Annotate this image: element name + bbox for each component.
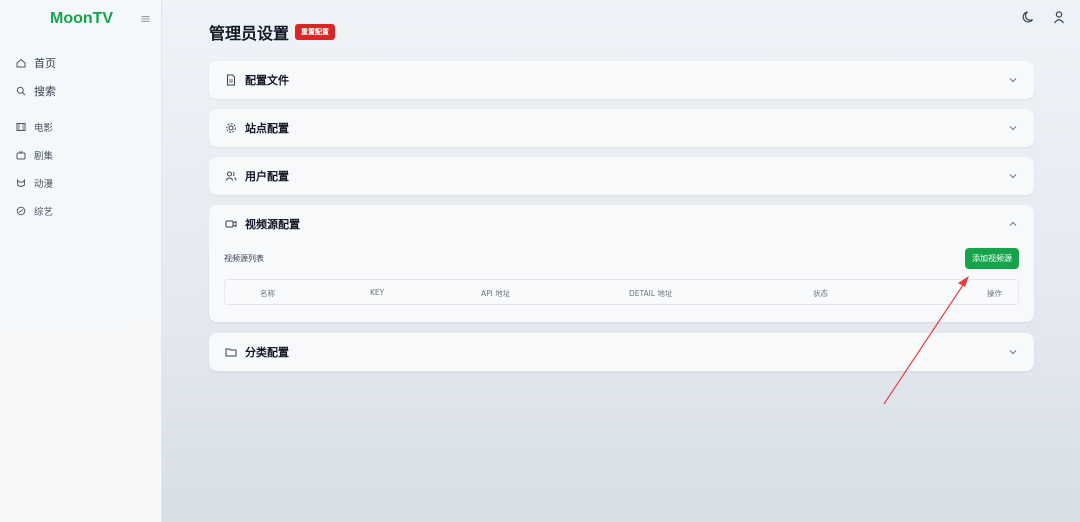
sidebar: MoonTV ≡ 首页 搜索 电影 剧集 动漫 综艺 (0, 0, 162, 522)
sidebar-item-series[interactable]: 剧集 (16, 145, 53, 165)
menu-toggle-icon[interactable]: ≡ (140, 12, 151, 27)
sidebar-item-anime[interactable]: 动漫 (16, 173, 53, 193)
sidebar-item-label: 综艺 (34, 207, 54, 218)
sidebar-item-variety[interactable]: 综艺 (16, 201, 53, 221)
panel-config-file: 配置文件 (209, 61, 1034, 99)
panel-title: 视频源配置 (245, 218, 300, 231)
add-video-source-button[interactable]: 添加视频源 (965, 247, 1019, 269)
video-source-list-header: 视频源列表 添加视频源 (209, 243, 1034, 273)
panel-title: 分类配置 (245, 346, 289, 359)
folder-icon (225, 348, 237, 357)
sidebar-item-label: 电影 (34, 123, 54, 134)
video-source-table-header: 名称 KEY API 地址 DETAIL 地址 状态 操作 (224, 279, 1019, 305)
video-source-list-title: 视频源列表 (224, 253, 264, 263)
moon-icon[interactable] (1022, 10, 1036, 24)
sidebar-item-label: 剧集 (34, 151, 54, 162)
video-icon (225, 220, 237, 228)
panel-header-category-config[interactable]: 分类配置 (209, 333, 1034, 371)
column-header-actions: 操作 (987, 289, 1002, 298)
reset-config-button[interactable]: 重置配置 (295, 24, 336, 40)
panel-title: 站点配置 (245, 122, 289, 135)
sparkle-icon (16, 206, 26, 216)
home-icon (16, 58, 26, 68)
panel-category-config: 分类配置 (209, 333, 1034, 371)
sidebar-item-search[interactable]: 搜索 (16, 81, 56, 101)
sidebar-item-movies[interactable]: 电影 (16, 117, 53, 137)
panel-site-config: 站点配置 (209, 109, 1034, 147)
column-header-api: API 地址 (481, 289, 511, 298)
panel-user-config: 用户配置 (209, 157, 1034, 195)
column-header-status: 状态 (813, 289, 828, 298)
column-header-name: 名称 (260, 289, 275, 298)
sidebar-item-label: 首页 (34, 57, 56, 70)
chevron-down-icon[interactable] (1008, 171, 1018, 181)
cat-icon (17, 178, 25, 187)
panel-header-config-file[interactable]: 配置文件 (209, 61, 1034, 99)
gear-icon (226, 123, 236, 133)
sidebar-item-label: 动漫 (34, 179, 54, 190)
chevron-down-icon[interactable] (1008, 347, 1018, 357)
column-header-key: KEY (370, 288, 385, 297)
sidebar-item-label: 搜索 (34, 85, 56, 98)
page-title-text: 管理员设置 (209, 24, 290, 43)
film-icon (16, 123, 26, 131)
tv-icon (16, 150, 26, 160)
sidebar-item-home[interactable]: 首页 (16, 53, 56, 73)
page-title: 管理员设置 重置配置 (209, 20, 336, 44)
panel-title: 用户配置 (245, 170, 289, 183)
file-icon (227, 74, 235, 86)
chevron-down-icon[interactable] (1008, 75, 1018, 85)
panel-title: 配置文件 (245, 74, 289, 87)
panel-header-user-config[interactable]: 用户配置 (209, 157, 1034, 195)
chevron-down-icon[interactable] (1008, 123, 1018, 133)
top-toolbar (1022, 10, 1066, 24)
column-header-detail: DETAIL 地址 (629, 289, 673, 298)
brand-logo[interactable]: MoonTV (50, 10, 113, 28)
panel-header-video-source[interactable]: 视频源配置 (209, 205, 1034, 243)
users-icon (225, 171, 237, 181)
user-icon[interactable] (1052, 10, 1066, 24)
panel-video-source-config: 视频源配置 视频源列表 添加视频源 名称 KEY API 地址 DETAIL 地… (209, 205, 1034, 322)
chevron-up-icon[interactable] (1008, 219, 1018, 229)
panel-header-site-config[interactable]: 站点配置 (209, 109, 1034, 147)
search-icon (16, 86, 26, 96)
